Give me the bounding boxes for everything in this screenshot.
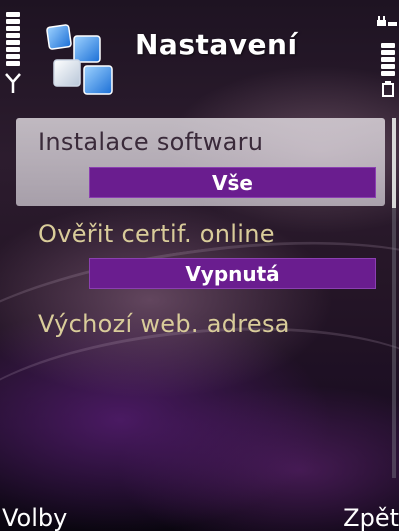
- antenna-icon: [5, 73, 21, 93]
- setting-label-verify-cert[interactable]: Ověřit certif. online: [38, 220, 275, 248]
- battery-icon: [382, 81, 394, 97]
- back-softkey[interactable]: Zpět: [343, 504, 399, 531]
- setting-value-verify-cert[interactable]: Vypnutá: [89, 258, 376, 289]
- setting-value-text: Vypnutá: [185, 262, 280, 286]
- options-softkey[interactable]: Volby: [2, 504, 67, 531]
- page-title: Nastavení: [135, 28, 298, 61]
- signal-bar: [6, 12, 20, 68]
- setting-value-software-install[interactable]: Vše: [89, 167, 376, 198]
- plug-icon: [377, 16, 397, 26]
- setting-value-text: Vše: [212, 171, 253, 195]
- settings-blocks-icon: [46, 24, 113, 95]
- setting-label-software-install[interactable]: Instalace softwaru: [38, 128, 263, 156]
- battery-bar: [381, 43, 395, 78]
- setting-label-default-web-address[interactable]: Výchozí web. adresa: [38, 310, 290, 338]
- scrollbar-thumb[interactable]: [392, 118, 396, 208]
- screen: Nastavení Instalace softwaru Vše Ověřit …: [0, 0, 399, 531]
